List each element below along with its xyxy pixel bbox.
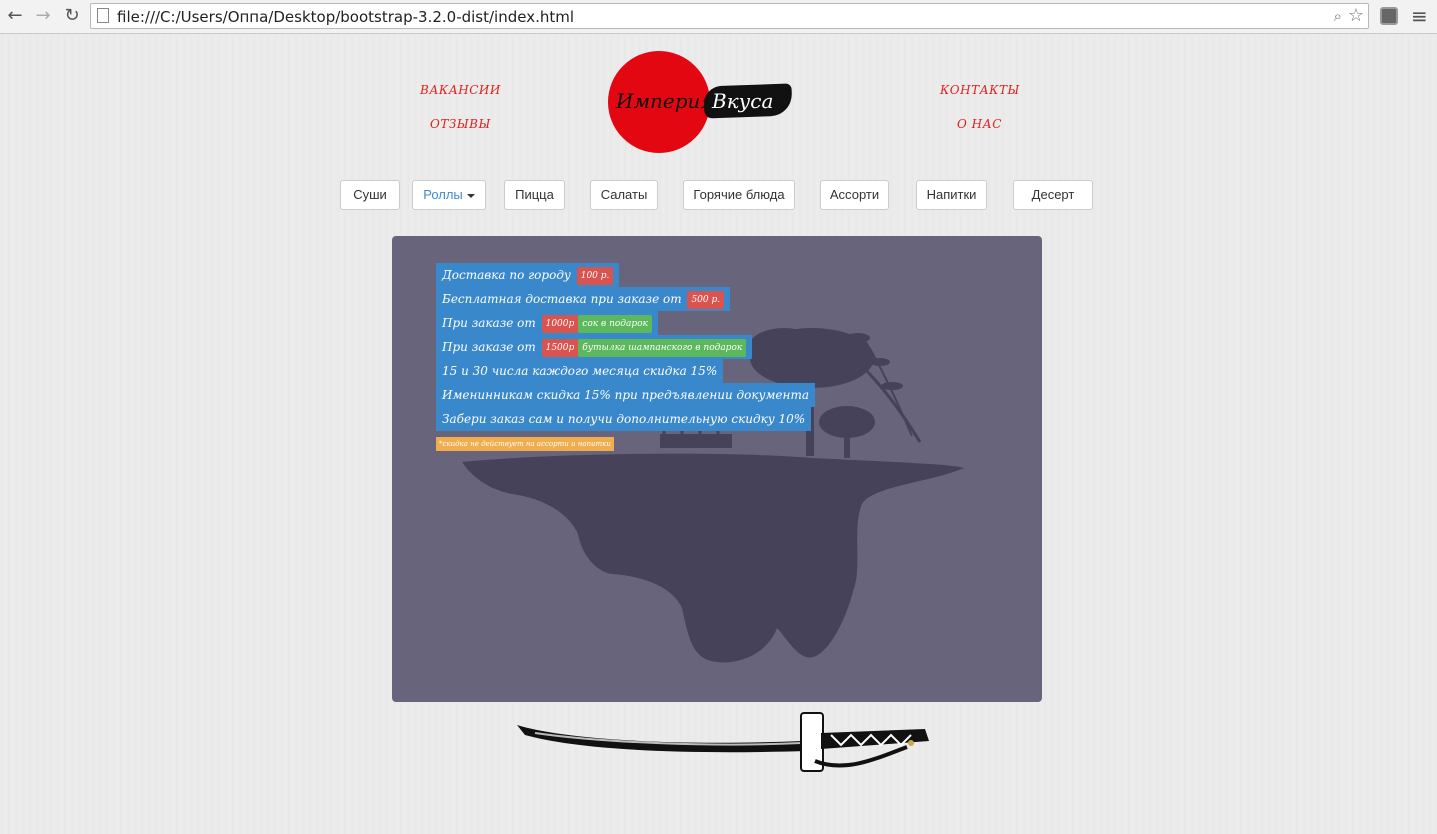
price-badge: 100 р.: [576, 267, 614, 285]
menu-button-dessert[interactable]: Десерт: [1013, 180, 1093, 210]
promo-line: При заказе от 1000р сок в подарок: [436, 311, 658, 335]
address-bar[interactable]: file:///C:/Users/Оппа/Desktop/bootstrap-…: [90, 3, 1369, 29]
discount-footnote: *скидка не действует на ассорти и напитк…: [436, 437, 614, 451]
promo-text: 15 и 30 числа каждого месяца скидка 15%: [442, 364, 718, 378]
menu-button-rolls[interactable]: Роллы: [412, 180, 486, 210]
promo-panel: Доставка по городу 100 р. Бесплатная дос…: [392, 236, 1042, 702]
katana-icon: [517, 712, 929, 772]
promo-line: Забери заказ сам и получи дополнительную…: [436, 407, 812, 431]
back-arrow-icon[interactable]: ←: [4, 5, 26, 27]
price-badge: 1000р: [541, 315, 579, 333]
price-badge: 1500р: [541, 339, 579, 357]
nav-link-contacts[interactable]: КОНТАКТЫ: [940, 83, 1020, 97]
site-logo[interactable]: Империя Вкуса: [608, 51, 798, 155]
caret-down-icon: [466, 193, 475, 198]
page-body: ВАКАНСИИ ОТЗЫВЫ КОНТАКТЫ О НАС Империя В…: [0, 35, 1437, 834]
promo-text: Именинникам скидка 15% при предъявлении …: [442, 388, 809, 402]
promo-line: Именинникам скидка 15% при предъявлении …: [436, 383, 815, 407]
gift-badge: сок в подарок: [578, 315, 652, 333]
menu-button-assorted[interactable]: Ассорти: [820, 180, 889, 210]
zoom-icon[interactable]: ⌕: [1334, 7, 1342, 25]
promo-line: При заказе от 1500р бутылка шампанского в…: [436, 335, 753, 359]
promo-line: Доставка по городу 100 р.: [436, 263, 620, 287]
price-badge: 500 р.: [687, 291, 725, 309]
promo-line: Бесплатная доставка при заказе от 500 р.: [436, 287, 731, 311]
browser-toolbar: ← → ↻ file:///C:/Users/Оппа/Desktop/boot…: [0, 0, 1437, 34]
menu-button-pizza[interactable]: Пицца: [504, 180, 565, 210]
browser-menu-icon[interactable]: ≡: [1411, 4, 1428, 28]
menu-button-label: Напитки: [926, 187, 977, 202]
reload-icon[interactable]: ↻: [61, 5, 83, 27]
menu-button-label: Суши: [353, 187, 387, 202]
promo-text: При заказе от: [442, 340, 536, 354]
menu-button-label: Горячие блюда: [693, 187, 785, 202]
menu-button-label: Ассорти: [829, 187, 880, 202]
promo-text: Бесплатная доставка при заказе от: [442, 292, 682, 306]
menu-button-drinks[interactable]: Напитки: [916, 180, 987, 210]
promo-text: Доставка по городу: [442, 268, 571, 282]
menu-button-sushi[interactable]: Суши: [340, 180, 400, 210]
logo-word-1: Империя: [616, 89, 714, 113]
nav-link-about[interactable]: О НАС: [957, 117, 1002, 131]
promo-text: Забери заказ сам и получи дополнительную…: [442, 412, 806, 426]
menu-button-label: Пицца: [515, 187, 554, 202]
forward-arrow-icon[interactable]: →: [32, 5, 54, 27]
menu-button-salads[interactable]: Салаты: [590, 180, 658, 210]
promo-text: При заказе от: [442, 316, 536, 330]
menu-button-label: Роллы: [423, 187, 463, 202]
promo-line: 15 и 30 числа каждого месяца скидка 15%: [436, 359, 724, 383]
gift-badge: бутылка шампанского в подарок: [578, 339, 747, 357]
extension-icon[interactable]: [1380, 7, 1398, 25]
bookmark-star-icon[interactable]: ☆: [1348, 5, 1364, 26]
logo-word-2: Вкуса: [712, 89, 774, 113]
page-icon: [97, 8, 109, 23]
nav-link-vacancies[interactable]: ВАКАНСИИ: [420, 83, 501, 97]
nav-link-reviews[interactable]: ОТЗЫВЫ: [430, 117, 491, 131]
address-url[interactable]: file:///C:/Users/Оппа/Desktop/bootstrap-…: [117, 8, 574, 26]
menu-button-hot-dishes[interactable]: Горячие блюда: [683, 180, 795, 210]
menu-button-label: Салаты: [600, 187, 648, 202]
menu-button-label: Десерт: [1031, 187, 1075, 202]
